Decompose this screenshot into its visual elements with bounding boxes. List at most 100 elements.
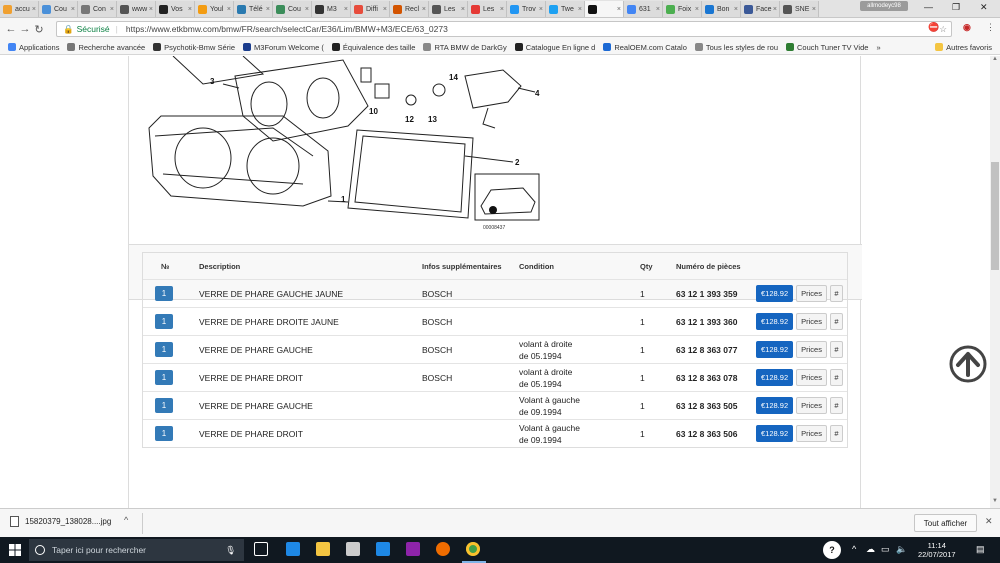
tab-close-icon[interactable]: ×: [461, 6, 465, 13]
file-explorer-icon[interactable]: [316, 542, 330, 556]
scrollbar-thumb[interactable]: [991, 162, 999, 270]
store-icon[interactable]: [346, 542, 360, 556]
tab-close-icon[interactable]: ×: [422, 6, 426, 13]
bookmark-item[interactable]: Applications: [8, 43, 59, 52]
tab-15[interactable]: ×: [585, 1, 624, 17]
close-window-icon[interactable]: ✕: [980, 2, 988, 13]
windows-start-icon[interactable]: [9, 544, 21, 556]
tab-1[interactable]: Cou ×: [39, 1, 78, 17]
tab-close-icon[interactable]: ×: [110, 6, 114, 13]
hash-button[interactable]: #: [829, 285, 843, 302]
scrollbar[interactable]: [990, 56, 1000, 508]
tab-10[interactable]: Recl ×: [390, 1, 429, 17]
extension-icon[interactable]: ⛔: [928, 22, 939, 33]
star-icon[interactable]: ☆: [939, 24, 947, 35]
taskbar-search[interactable]: Taper ici pour rechercher 🎙: [29, 539, 244, 561]
back-icon[interactable]: ←: [4, 23, 18, 35]
number-badge[interactable]: 1: [155, 398, 173, 413]
microphone-icon[interactable]: 🎙: [225, 545, 236, 556]
tab-close-icon[interactable]: ×: [344, 6, 348, 13]
price-button[interactable]: €128.92: [756, 341, 794, 358]
bookmark-item[interactable]: Tous les styles de rou: [694, 43, 778, 52]
scroll-to-top-icon[interactable]: [948, 344, 988, 384]
bookmark-item[interactable]: Psychotik-Bmw Série: [153, 43, 235, 52]
hash-button[interactable]: #: [829, 313, 843, 330]
tab-17[interactable]: Foix ×: [663, 1, 702, 17]
chevron-up-icon[interactable]: ^: [852, 544, 856, 554]
forward-icon[interactable]: →: [18, 23, 32, 35]
bookmark-item[interactable]: Autres favoris: [935, 43, 992, 52]
tab-close-icon[interactable]: ×: [149, 6, 153, 13]
prices-button[interactable]: Prices: [796, 425, 827, 442]
number-badge[interactable]: 1: [155, 342, 173, 357]
hash-button[interactable]: #: [829, 425, 843, 442]
tab-20[interactable]: SNE ×: [780, 1, 819, 17]
url-text[interactable]: https://www.etkbmw.com/bmw/FR/search/sel…: [126, 24, 448, 34]
tab-close-icon[interactable]: ×: [305, 6, 309, 13]
tab-close-icon[interactable]: ×: [383, 6, 387, 13]
tab-19[interactable]: Face ×: [741, 1, 780, 17]
price-button[interactable]: €128.92: [756, 369, 794, 386]
tab-close-icon[interactable]: ×: [71, 6, 75, 13]
tab-9[interactable]: Diffi ×: [351, 1, 390, 17]
tab-18[interactable]: Bon ×: [702, 1, 741, 17]
tab-12[interactable]: Les ×: [468, 1, 507, 17]
tab-close-icon[interactable]: ×: [578, 6, 582, 13]
tab-close-icon[interactable]: ×: [266, 6, 270, 13]
tab-16[interactable]: 631 ×: [624, 1, 663, 17]
bookmark-item[interactable]: Catalogue En ligne d: [514, 43, 595, 52]
tab-7[interactable]: Cou ×: [273, 1, 312, 17]
tab-close-icon[interactable]: ×: [812, 6, 816, 13]
prices-button[interactable]: Prices: [796, 285, 827, 302]
dropbox-icon[interactable]: [376, 542, 390, 556]
hash-button[interactable]: #: [829, 341, 843, 358]
number-badge[interactable]: 1: [155, 426, 173, 441]
tab-2[interactable]: Con ×: [78, 1, 117, 17]
bookmark-item[interactable]: Couch Tuner TV Vide: [786, 43, 868, 52]
tab-13[interactable]: Trov ×: [507, 1, 546, 17]
number-badge[interactable]: 1: [155, 286, 173, 301]
minimize-icon[interactable]: —: [924, 2, 933, 12]
bookmark-item[interactable]: »: [876, 43, 880, 52]
tab-close-icon[interactable]: ×: [695, 6, 699, 13]
prices-button[interactable]: Prices: [796, 369, 827, 386]
network-icon[interactable]: ▭: [881, 544, 890, 555]
prices-button[interactable]: Prices: [796, 341, 827, 358]
bookmark-item[interactable]: RealOEM.com Catalo: [603, 43, 687, 52]
task-view-icon[interactable]: [254, 542, 268, 556]
bookmark-item[interactable]: M3Forum Welcome (: [243, 43, 324, 52]
price-button[interactable]: €128.92: [756, 425, 794, 442]
tab-close-icon[interactable]: ×: [539, 6, 543, 13]
scroll-up-icon[interactable]: ▲: [990, 56, 1000, 66]
firefox-icon[interactable]: [436, 542, 450, 556]
bookmark-item[interactable]: Recherche avancée: [67, 43, 145, 52]
clock[interactable]: 11:14 22/07/2017: [918, 541, 956, 559]
tab-close-icon[interactable]: ×: [734, 6, 738, 13]
notifications-icon[interactable]: ▤: [976, 544, 985, 555]
bookmark-item[interactable]: RTA BMW de DarkGy: [423, 43, 507, 52]
onedrive-icon[interactable]: ☁: [866, 544, 875, 555]
tab-4[interactable]: Vos ×: [156, 1, 195, 17]
number-badge[interactable]: 1: [155, 370, 173, 385]
tab-close-icon[interactable]: ×: [32, 6, 36, 13]
price-button[interactable]: €128.92: [756, 313, 794, 330]
bookmark-item[interactable]: Équivalence des taille: [331, 43, 415, 52]
parts-diagram[interactable]: 3 1 2 4 10 12 13 14 00008437: [143, 56, 545, 236]
tab-3[interactable]: www ×: [117, 1, 156, 17]
hash-button[interactable]: #: [829, 369, 843, 386]
tab-0[interactable]: accu ×: [0, 1, 39, 17]
tab-8[interactable]: M3 ×: [312, 1, 351, 17]
profile-button[interactable]: allmodeyc98: [860, 1, 908, 11]
tab-close-icon[interactable]: ×: [500, 6, 504, 13]
tab-close-icon[interactable]: ×: [227, 6, 231, 13]
scroll-down-icon[interactable]: ▼: [990, 498, 1000, 508]
price-button[interactable]: €128.92: [756, 397, 794, 414]
tab-11[interactable]: Les ×: [429, 1, 468, 17]
tab-close-icon[interactable]: ×: [656, 6, 660, 13]
tab-close-icon[interactable]: ×: [188, 6, 192, 13]
tab-6[interactable]: Télé ×: [234, 1, 273, 17]
hash-button[interactable]: #: [829, 397, 843, 414]
tab-close-icon[interactable]: ×: [617, 6, 621, 13]
omnibox[interactable]: 🔒 Sécurisé | https://www.etkbmw.com/bmw/…: [56, 21, 952, 37]
chevron-up-icon[interactable]: ^: [124, 515, 128, 525]
